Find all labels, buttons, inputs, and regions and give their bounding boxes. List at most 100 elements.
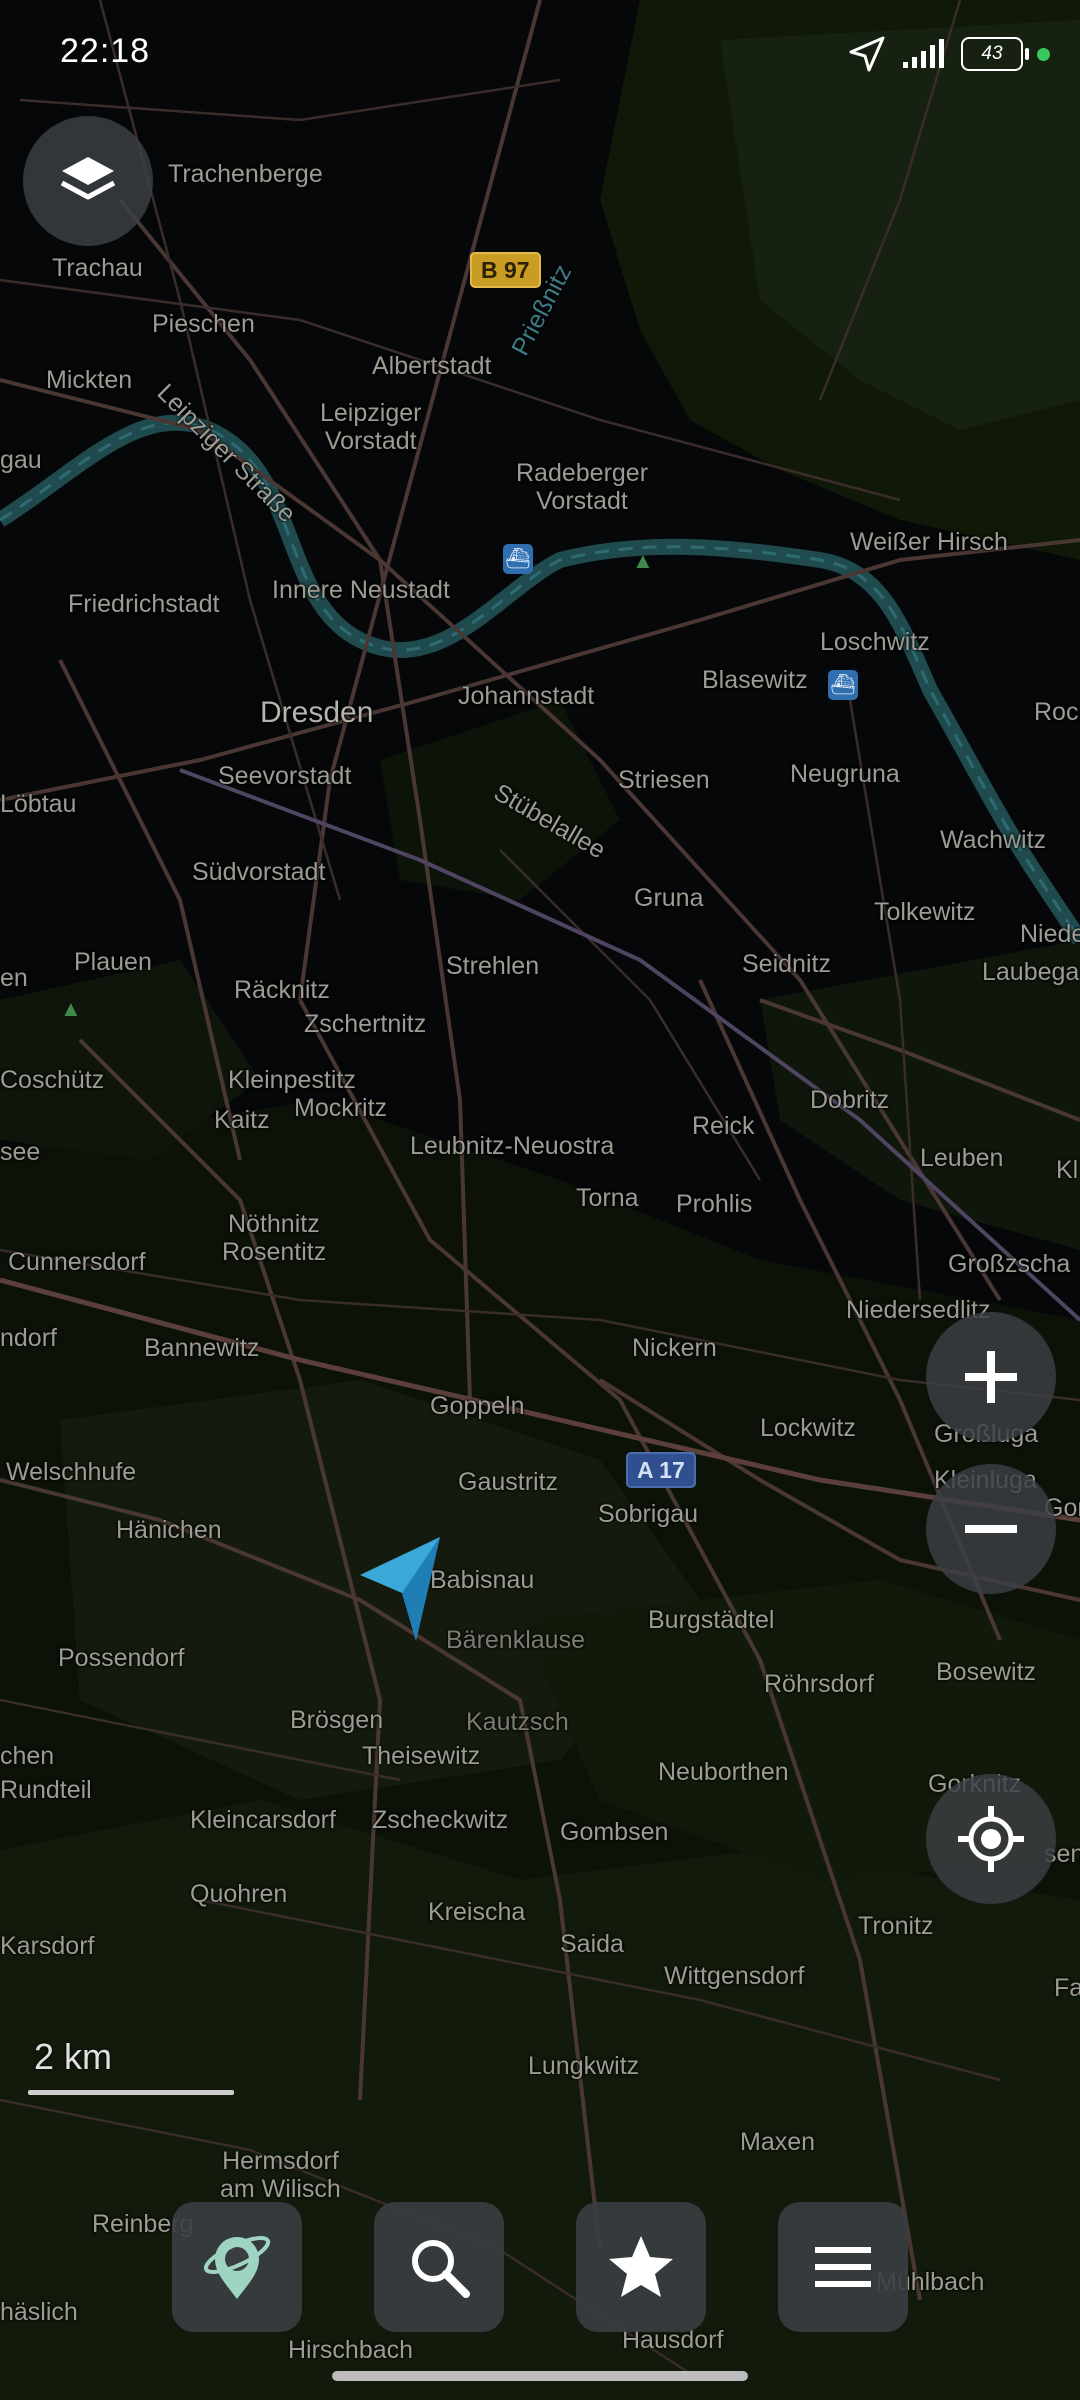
layers-button[interactable] bbox=[23, 116, 153, 246]
favorites-button[interactable] bbox=[576, 2202, 706, 2332]
place-label: Karsdorf bbox=[0, 1932, 95, 1960]
place-label: Seevorstadt bbox=[218, 762, 352, 790]
plus-icon bbox=[965, 1351, 1017, 1403]
place-label: Nöthnitz bbox=[228, 1210, 320, 1238]
place-label-line: Hermsdorf bbox=[222, 2147, 339, 2175]
place-label: Goppeln bbox=[430, 1392, 525, 1420]
place-label: Albertstadt bbox=[372, 352, 492, 380]
battery-icon: 43 bbox=[961, 37, 1029, 71]
place-label: Gombsen bbox=[560, 1818, 669, 1846]
place-label: Neuborthen bbox=[658, 1758, 789, 1786]
place-label: Brösgen bbox=[290, 1706, 384, 1734]
place-label: Hänichen bbox=[116, 1516, 222, 1544]
place-label: Saida bbox=[560, 1930, 624, 1958]
park-tree-icon: ▲ bbox=[60, 996, 82, 1021]
city-label: Dresden bbox=[260, 696, 374, 729]
place-label-line: Vorstadt bbox=[536, 486, 628, 515]
place-label: Friedrichstadt bbox=[68, 590, 220, 618]
place-label: Cunnersdorf bbox=[8, 1248, 146, 1276]
place-label-line: am Wilisch bbox=[220, 2174, 341, 2203]
place-label: Hirschbach bbox=[288, 2336, 414, 2364]
place-label: Coschütz bbox=[0, 1066, 105, 1094]
place-label: Maxen bbox=[740, 2128, 816, 2156]
place-label-line: Radeberger bbox=[516, 459, 649, 487]
place-label: Zschertnitz bbox=[304, 1010, 427, 1038]
place-label: Weißer Hirsch bbox=[850, 528, 1008, 556]
place-label: Räcknitz bbox=[234, 976, 330, 1004]
place-label: Hermsdorf am Wilisch bbox=[220, 2147, 341, 2203]
discover-globe-pin-icon bbox=[203, 2236, 271, 2299]
place-label: see bbox=[0, 1138, 41, 1166]
place-label: Trachau bbox=[52, 254, 143, 282]
place-label: Torna bbox=[576, 1184, 639, 1212]
place-label: Loschwitz bbox=[820, 628, 930, 656]
park-tree-icon: ▲ bbox=[632, 548, 654, 573]
place-label: Blasewitz bbox=[702, 666, 808, 694]
road-shield-a17: A 17 bbox=[626, 1452, 696, 1488]
place-label: Leuben bbox=[920, 1144, 1004, 1172]
place-label: Mickten bbox=[46, 366, 133, 394]
place-label-line: Vorstadt bbox=[324, 426, 417, 455]
place-label: Niede bbox=[1020, 920, 1080, 948]
search-icon bbox=[412, 2240, 470, 2298]
place-label: Nickern bbox=[632, 1334, 717, 1362]
place-label: Mockritz bbox=[294, 1094, 388, 1122]
place-label: Leubnitz-Neuostra bbox=[410, 1132, 615, 1160]
place-label: Kleinpestitz bbox=[228, 1066, 356, 1094]
menu-button[interactable] bbox=[778, 2202, 908, 2332]
zoom-out-button[interactable] bbox=[926, 1464, 1056, 1594]
place-label-line: Leipziger bbox=[320, 399, 422, 427]
place-label: Kleincarsdorf bbox=[190, 1806, 336, 1834]
place-label: Bosewitz bbox=[936, 1658, 1037, 1686]
place-label: Röhrsdorf bbox=[764, 1670, 874, 1698]
place-label: Welschhufe bbox=[6, 1458, 137, 1486]
place-label: Kautzsch bbox=[466, 1708, 569, 1736]
place-label: Tronitz bbox=[858, 1912, 934, 1940]
zoom-in-button[interactable] bbox=[926, 1312, 1056, 1442]
place-label: Neugruna bbox=[790, 760, 900, 788]
status-bar: 22:18 43 bbox=[0, 0, 1080, 100]
ferry-icon[interactable]: ⛴ bbox=[828, 670, 858, 700]
place-label: Löbtau bbox=[0, 790, 77, 818]
place-label: Sobrigau bbox=[598, 1500, 699, 1528]
place-label: Laubega bbox=[982, 958, 1080, 986]
menu-icon bbox=[815, 2247, 871, 2287]
home-indicator[interactable] bbox=[332, 2371, 748, 2381]
place-label: chen bbox=[0, 1742, 55, 1770]
place-label: Seidnitz bbox=[742, 950, 831, 978]
place-label: Kl bbox=[1056, 1156, 1079, 1184]
discover-button[interactable] bbox=[172, 2202, 302, 2332]
place-label: Großzscha bbox=[948, 1250, 1071, 1278]
place-label: Strehlen bbox=[446, 952, 540, 980]
active-dot-icon bbox=[1037, 47, 1050, 61]
place-label: Tolkewitz bbox=[874, 898, 976, 926]
place-label: Kreischa bbox=[428, 1898, 526, 1926]
ferry-icon[interactable]: ⛴ bbox=[503, 544, 533, 574]
place-label: Leipziger Vorstadt bbox=[320, 399, 422, 455]
place-label: ndorf bbox=[0, 1324, 57, 1352]
place-label: Innere Neustadt bbox=[272, 576, 450, 604]
place-label: Bannewitz bbox=[144, 1334, 260, 1362]
place-label: Kaitz bbox=[214, 1106, 270, 1134]
layers-icon bbox=[60, 157, 116, 200]
location-arrow-icon bbox=[849, 36, 885, 72]
scale-label: 2 km bbox=[34, 2036, 113, 2077]
status-time: 22:18 bbox=[60, 32, 151, 70]
my-location-button[interactable] bbox=[926, 1774, 1056, 1904]
place-label: Quohren bbox=[190, 1880, 288, 1908]
road-shield-b97: B 97 bbox=[470, 252, 541, 288]
search-button[interactable] bbox=[374, 2202, 504, 2332]
place-label: Pieschen bbox=[152, 310, 255, 338]
map-screen: Trachenberge Trachau Pieschen Mickten ga… bbox=[0, 0, 1080, 2400]
place-label: Südvorstadt bbox=[192, 858, 326, 886]
star-icon bbox=[609, 2236, 673, 2297]
scale-bar bbox=[28, 2090, 234, 2095]
place-label: Zscheckwitz bbox=[372, 1806, 509, 1834]
place-label: Rundteil bbox=[0, 1776, 92, 1804]
map-scale: 2 km bbox=[28, 2036, 234, 2095]
my-location-icon bbox=[958, 1806, 1024, 1872]
place-label: Babisnau bbox=[430, 1566, 535, 1594]
place-label: Striesen bbox=[618, 766, 710, 794]
place-label: Prohlis bbox=[676, 1190, 753, 1218]
minus-icon bbox=[965, 1525, 1017, 1533]
